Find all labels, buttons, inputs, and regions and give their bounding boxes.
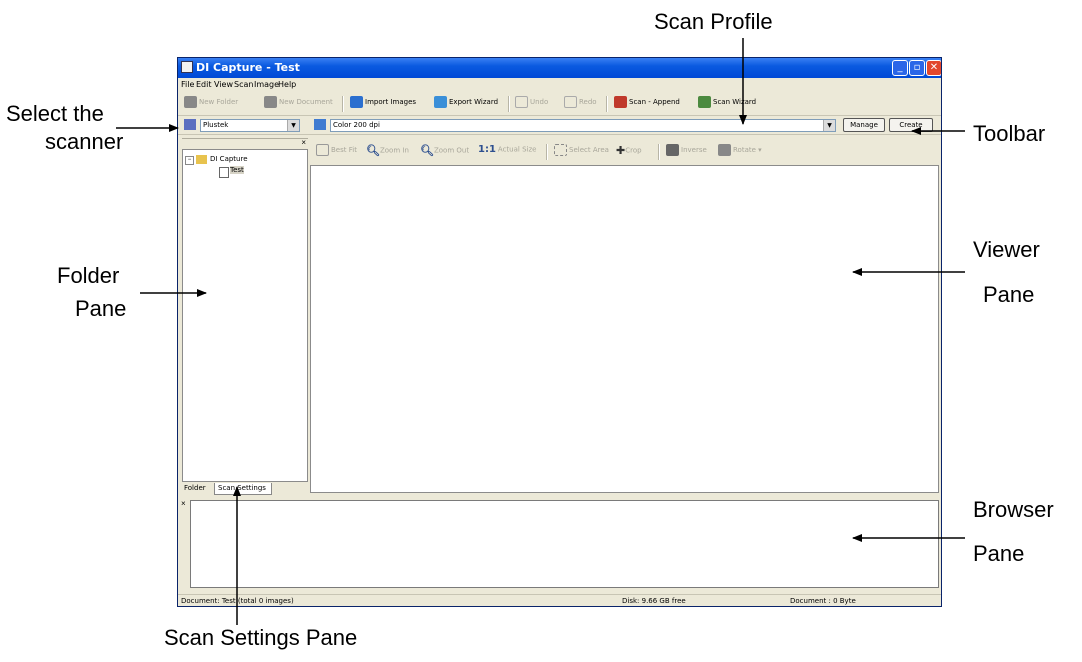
- window-title: DI Capture - Test: [196, 61, 300, 74]
- menu-file[interactable]: File: [181, 80, 194, 89]
- import-images-button[interactable]: Import Images: [350, 96, 416, 112]
- toolbar-separator: [342, 96, 344, 112]
- status-document-size: Document : 0 Byte: [790, 597, 856, 605]
- scan-wizard-button[interactable]: Scan Wizard: [698, 96, 756, 112]
- select-area-button[interactable]: Select Area: [554, 144, 609, 160]
- scanner-icon: [184, 119, 196, 130]
- menu-image[interactable]: Image: [254, 80, 279, 89]
- zoom-out-icon: 🔍︎: [420, 144, 434, 157]
- tree-item-root[interactable]: DI Capture: [210, 155, 248, 163]
- manage-button[interactable]: Manage: [843, 118, 885, 132]
- folder-pane-close-icon[interactable]: ×: [301, 138, 306, 147]
- tab-scan-settings[interactable]: Scan Settings: [214, 483, 272, 495]
- menu-view[interactable]: View: [214, 80, 233, 89]
- actual-size-button[interactable]: 1:1 Actual Size: [478, 144, 536, 160]
- toolbar-separator: [508, 96, 510, 112]
- app-window: DI Capture - Test _ ▫ ✕ File Edit View S…: [177, 57, 942, 607]
- export-wizard-icon: [434, 96, 447, 108]
- tab-folder[interactable]: Folder: [184, 483, 206, 495]
- viewer-toolbar: Best Fit 🔍︎Zoom In 🔍︎Zoom Out 1:1 Actual …: [310, 141, 939, 163]
- scan-wizard-icon: [698, 96, 711, 108]
- status-bar-accent: [178, 606, 941, 607]
- toolbar-separator: [606, 96, 608, 112]
- callout-scan-settings-pane: Scan Settings Pane: [164, 625, 358, 650]
- undo-icon: [515, 96, 528, 108]
- chevron-down-icon: ▼: [823, 120, 835, 131]
- rotate-button[interactable]: Rotate ▾: [718, 144, 762, 160]
- status-document: Document: Test (total 0 images): [181, 597, 294, 605]
- maximize-button[interactable]: ▫: [909, 60, 925, 76]
- callout-browser-line1: Browser: [973, 497, 1054, 522]
- scan-append-icon: [614, 96, 627, 108]
- tree-expand-icon[interactable]: −: [185, 156, 194, 165]
- actual-size-icon: 1:1: [478, 144, 496, 155]
- inverse-icon: [666, 144, 679, 156]
- menu-scan[interactable]: Scan: [234, 80, 253, 89]
- tree-item-test[interactable]: Test: [230, 166, 244, 174]
- new-document-icon: [264, 96, 277, 108]
- scan-profile-bar: Plustek ▼ Color 200 dpi ▼ Manage Create: [178, 116, 941, 135]
- browser-pane[interactable]: [190, 500, 939, 588]
- redo-button[interactable]: Redo: [564, 96, 597, 112]
- select-area-icon: [554, 144, 567, 156]
- callout-select-scanner-line2: scanner: [45, 129, 124, 154]
- close-button[interactable]: ✕: [926, 60, 941, 76]
- callout-scan-profile: Scan Profile: [654, 9, 773, 34]
- app-icon: [181, 61, 193, 73]
- toolbar-separator: [658, 144, 660, 160]
- profile-icon: [314, 119, 326, 130]
- main-toolbar: New Folder New Document Import Images Ex…: [178, 93, 941, 116]
- callout-folder-line2: Pane: [75, 296, 127, 321]
- toolbar-separator: [546, 144, 548, 160]
- crop-button[interactable]: ✚Crop: [616, 144, 642, 160]
- callout-viewer-line2: Pane: [983, 282, 1035, 307]
- export-wizard-button[interactable]: Export Wizard: [434, 96, 498, 112]
- best-fit-icon: [316, 144, 329, 156]
- redo-icon: [564, 96, 577, 108]
- import-images-icon: [350, 96, 363, 108]
- menu-bar: File Edit View Scan Image Help: [178, 78, 941, 92]
- document-icon: [219, 167, 229, 178]
- crop-icon: ✚: [616, 144, 626, 157]
- chevron-down-icon: ▼: [287, 120, 299, 131]
- zoom-out-button[interactable]: 🔍︎Zoom Out: [420, 144, 469, 160]
- title-bar: DI Capture - Test _ ▫ ✕: [178, 58, 941, 78]
- scan-append-button[interactable]: Scan - Append: [614, 96, 680, 112]
- minimize-button[interactable]: _: [892, 60, 908, 76]
- new-folder-icon: [184, 96, 197, 108]
- callout-viewer-line1: Viewer: [973, 237, 1040, 262]
- menu-help[interactable]: Help: [278, 80, 296, 89]
- best-fit-button[interactable]: Best Fit: [316, 144, 357, 160]
- inverse-button[interactable]: Inverse: [666, 144, 707, 160]
- rotate-icon: [718, 144, 731, 156]
- folder-pane: − DI Capture Test: [182, 149, 308, 482]
- browser-pane-close-icon[interactable]: ×: [181, 499, 186, 508]
- callout-select-scanner-line1: Select the: [6, 101, 104, 126]
- scanner-select[interactable]: Plustek ▼: [200, 119, 300, 132]
- zoom-in-icon: 🔍︎: [366, 144, 380, 157]
- undo-button[interactable]: Undo: [515, 96, 548, 112]
- scan-profile-select[interactable]: Color 200 dpi ▼: [330, 119, 836, 132]
- folder-icon: [196, 155, 207, 164]
- zoom-in-button[interactable]: 🔍︎Zoom In: [366, 144, 409, 160]
- callout-folder-line1: Folder: [57, 263, 120, 288]
- new-document-button[interactable]: New Document: [264, 96, 333, 112]
- new-folder-button[interactable]: New Folder: [184, 96, 238, 112]
- folder-pane-header: ×: [182, 138, 308, 149]
- viewer-pane[interactable]: [310, 165, 939, 493]
- create-button[interactable]: Create: [889, 118, 933, 132]
- menu-edit[interactable]: Edit: [196, 80, 212, 89]
- status-disk: Disk: 9.66 GB free: [622, 597, 686, 605]
- callout-toolbar: Toolbar: [973, 121, 1046, 146]
- callout-browser-line2: Pane: [973, 541, 1025, 566]
